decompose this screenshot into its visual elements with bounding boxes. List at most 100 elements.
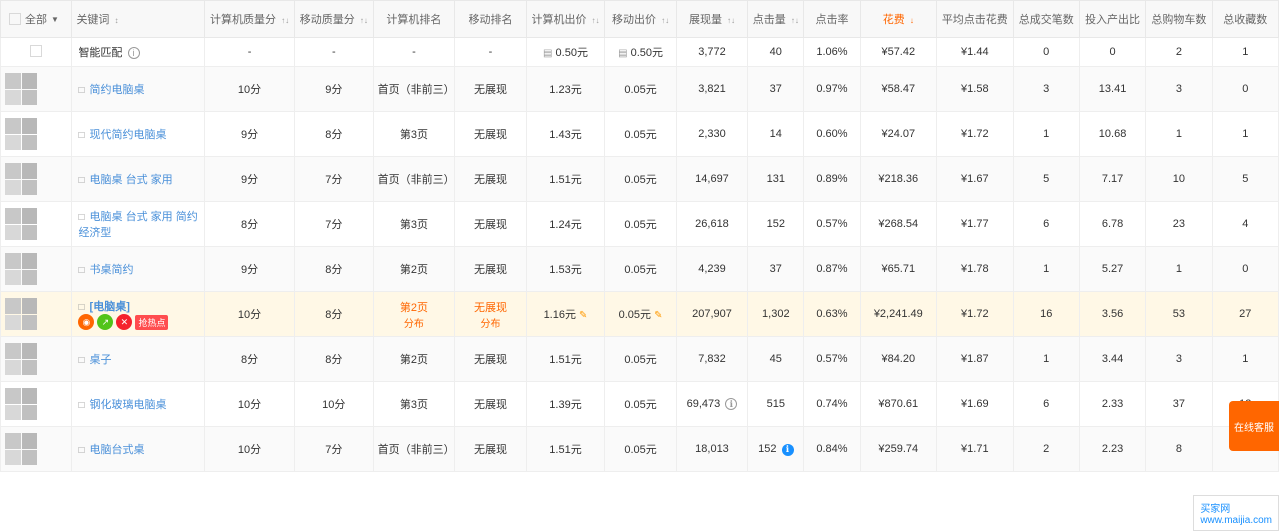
roi-cell: 2.33 bbox=[1079, 382, 1145, 427]
mobile-icon: □ bbox=[78, 130, 84, 141]
mobile-bid-cell: ▤ 0.50元 bbox=[605, 38, 676, 67]
keyword-text[interactable]: 电脑桌 台式 家用 简约 经济型 bbox=[78, 211, 197, 239]
cost-sort-icon[interactable]: ↓ bbox=[910, 16, 914, 25]
mobile-icon: □ bbox=[78, 265, 84, 276]
cost-cell: ¥218.36 bbox=[860, 157, 937, 202]
clicks-cell: 14 bbox=[748, 112, 804, 157]
keyword-header[interactable]: 关键词 ↕ bbox=[72, 1, 205, 38]
keyword-cell: □ [电脑桌] ◉ ↗ ✕ 抢热点 bbox=[72, 292, 205, 337]
mobile-quality-cell: 9分 bbox=[294, 67, 373, 112]
keyword-text[interactable]: 电脑桌 台式 家用 bbox=[90, 174, 173, 186]
impressions-sort-icon[interactable]: ↑↓ bbox=[727, 16, 735, 25]
pc-bid-header[interactable]: 计算机出价 ↑↓ bbox=[526, 1, 605, 38]
favorites-cell: 1 bbox=[1212, 112, 1278, 157]
select-all-arrow[interactable]: ▼ bbox=[51, 15, 59, 24]
mobile-bid-header[interactable]: 移动出价 ↑↓ bbox=[605, 1, 676, 38]
clicks-header[interactable]: 点击量 ↑↓ bbox=[748, 1, 804, 38]
pc-bid-cell: 1.39元 bbox=[526, 382, 605, 427]
mobile-quality-cell: 8分 bbox=[294, 247, 373, 292]
row-select[interactable] bbox=[1, 157, 72, 202]
row-select[interactable] bbox=[1, 38, 72, 67]
pc-quality-cell: 10分 bbox=[205, 382, 295, 427]
table-row: □ 电脑桌 台式 家用 9分 7分 首页（非前三） 无展现 1.51元 0.05… bbox=[1, 157, 1279, 202]
mobile-rank-header: 移动排名 bbox=[455, 1, 526, 38]
roi-header: 投入产出比 bbox=[1079, 1, 1145, 38]
row-select[interactable] bbox=[1, 112, 72, 157]
keyword-cell: □ 电脑桌 台式 家用 bbox=[72, 157, 205, 202]
pc-bid-cell: 1.23元 bbox=[526, 67, 605, 112]
pc-quality-header[interactable]: 计算机质量分 ↑↓ bbox=[205, 1, 295, 38]
transactions-cell: 3 bbox=[1013, 67, 1079, 112]
pc-bid-cell: 1.51元 bbox=[526, 157, 605, 202]
row-select[interactable] bbox=[1, 292, 72, 337]
maijia-logo: 买家网 www.maijia.com bbox=[1193, 495, 1279, 531]
table-row: □ 现代简约电脑桌 9分 8分 第3页 无展现 1.43元 0.05元 2,33… bbox=[1, 112, 1279, 157]
pc-rank-header: 计算机排名 bbox=[373, 1, 455, 38]
mobile-quality-header[interactable]: 移动质量分 ↑↓ bbox=[294, 1, 373, 38]
mobile-icon: □ bbox=[78, 175, 84, 186]
keyword-text[interactable]: 桌子 bbox=[90, 354, 112, 366]
keyword-text[interactable]: 书桌简约 bbox=[90, 264, 134, 276]
mobile-rank-cell: 无展现 bbox=[455, 382, 526, 427]
pc-bid-sort-icon[interactable]: ↑↓ bbox=[592, 16, 600, 25]
cost-cell: ¥57.42 bbox=[860, 38, 937, 67]
select-all-header[interactable]: 全部 ▼ bbox=[1, 1, 72, 38]
pc-bid-cell: 1.51元 bbox=[526, 427, 605, 472]
mobile-distribute-text: 分布 bbox=[480, 319, 500, 330]
keyword-cell: □ 电脑台式桌 bbox=[72, 427, 205, 472]
row-select[interactable] bbox=[1, 427, 72, 472]
keyword-text[interactable]: 钢化玻璃电脑桌 bbox=[90, 399, 167, 411]
mobile-bid-cell: 0.05元 bbox=[605, 247, 676, 292]
mobile-icon: □ bbox=[78, 445, 84, 456]
row-checkbox[interactable] bbox=[30, 45, 42, 57]
action-icons: ◉ ↗ ✕ 抢热点 bbox=[78, 314, 168, 330]
keyword-text[interactable]: 电脑台式桌 bbox=[90, 444, 145, 456]
pc-quality-cell: 9分 bbox=[205, 112, 295, 157]
ctr-cell: 0.97% bbox=[804, 67, 860, 112]
keyword-text[interactable]: 简约电脑桌 bbox=[90, 84, 145, 96]
ctr-cell: 0.87% bbox=[804, 247, 860, 292]
favorites-cell: 0 bbox=[1212, 67, 1278, 112]
keyword-sort-icon[interactable]: ↕ bbox=[115, 16, 119, 25]
roi-cell: 13.41 bbox=[1079, 67, 1145, 112]
keyword-cell: 智能匹配 i bbox=[72, 38, 205, 67]
pc-quality-cell: 8分 bbox=[205, 202, 295, 247]
pc-quality-sort-icon[interactable]: ↑↓ bbox=[281, 16, 289, 25]
select-all-checkbox[interactable] bbox=[9, 13, 21, 25]
row-select[interactable] bbox=[1, 337, 72, 382]
avg-cost-cell: ¥1.78 bbox=[937, 247, 1014, 292]
row-select[interactable] bbox=[1, 247, 72, 292]
delete-icon[interactable]: ✕ bbox=[116, 314, 132, 330]
roi-cell: 6.78 bbox=[1079, 202, 1145, 247]
row-select[interactable] bbox=[1, 382, 72, 427]
clicks-cell: 45 bbox=[748, 337, 804, 382]
mobile-rank-cell: 无展现 bbox=[455, 337, 526, 382]
table-row: □ 电脑台式桌 10分 7分 首页（非前三） 无展现 1.51元 0.05元 1… bbox=[1, 427, 1279, 472]
mobile-rank-cell: 无展现 bbox=[455, 427, 526, 472]
mobile-bid-sort-icon[interactable]: ↑↓ bbox=[661, 16, 669, 25]
mobile-bid-edit-icon[interactable]: ✎ bbox=[654, 310, 662, 321]
eye-icon[interactable]: ◉ bbox=[78, 314, 94, 330]
row-select[interactable] bbox=[1, 67, 72, 112]
main-table-container[interactable]: 全部 ▼ 关键词 ↕ 计算机质量分 ↑↓ 移动质量分 ↑↓ 计算机排名 bbox=[0, 0, 1279, 531]
impressions-cell: 207,907 bbox=[676, 292, 747, 337]
keyword-text[interactable]: 现代简约电脑桌 bbox=[90, 129, 167, 141]
pc-bid-edit-icon[interactable]: ✎ bbox=[579, 310, 587, 321]
online-service-button[interactable]: 在线客服 bbox=[1229, 401, 1279, 451]
row-select[interactable] bbox=[1, 202, 72, 247]
pc-bid-cell: 1.51元 bbox=[526, 337, 605, 382]
mobile-quality-cell: 8分 bbox=[294, 292, 373, 337]
mobile-quality-sort-icon[interactable]: ↑↓ bbox=[360, 16, 368, 25]
cart-header: 总购物车数 bbox=[1146, 1, 1212, 38]
keyword-text[interactable]: [电脑桌] bbox=[90, 301, 130, 313]
impressions-header[interactable]: 展现量 ↑↓ bbox=[676, 1, 747, 38]
impressions-cell: 69,473 ℹ bbox=[676, 382, 747, 427]
mobile-quality-cell: 7分 bbox=[294, 157, 373, 202]
pc-bid-cell: 1.53元 bbox=[526, 247, 605, 292]
transactions-cell: 1 bbox=[1013, 247, 1079, 292]
clicks-sort-icon[interactable]: ↑↓ bbox=[791, 16, 799, 25]
chart-icon[interactable]: ↗ bbox=[97, 314, 113, 330]
favorites-cell: 5 bbox=[1212, 157, 1278, 202]
keyword-text: 智能匹配 bbox=[78, 47, 122, 59]
pc-quality-cell: 9分 bbox=[205, 247, 295, 292]
